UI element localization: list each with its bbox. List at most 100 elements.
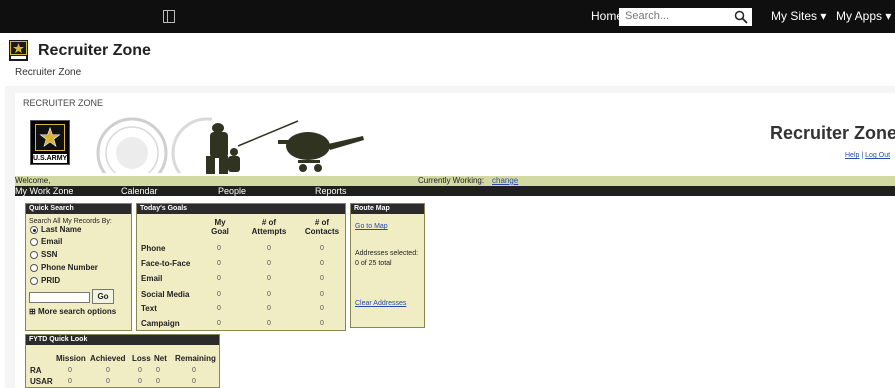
go-button[interactable]: Go	[92, 289, 114, 304]
more-search-label: More search options	[37, 307, 117, 316]
more-search-options[interactable]: ⊞ More search options	[29, 307, 116, 316]
route-map-header: Route Map	[351, 204, 424, 214]
army-star-icon	[9, 40, 28, 61]
nav-calendar[interactable]: Calendar	[121, 186, 158, 196]
breadcrumb[interactable]: Recruiter Zone	[15, 67, 81, 78]
goal-cell: 0	[267, 320, 271, 327]
fytd-col-mission: Mission	[56, 354, 86, 363]
goal-row-label: Social Media	[141, 290, 190, 299]
fytd-header: FYTD Quick Look	[26, 335, 219, 345]
goal-cell: 0	[320, 305, 324, 312]
goal-cell: 0	[217, 320, 221, 327]
radio-ssn[interactable]	[30, 251, 38, 259]
fytd-col-achieved: Achieved	[90, 354, 126, 363]
goal-cell: 0	[217, 275, 221, 282]
fytd-cell: 0	[156, 367, 160, 374]
expand-icon: ⊞	[29, 307, 38, 316]
nav-people[interactable]: People	[218, 186, 246, 196]
search-icon[interactable]	[734, 10, 748, 24]
goal-cell: 0	[320, 260, 324, 267]
goal-cell: 0	[320, 275, 324, 282]
my-apps-menu[interactable]: My Apps ▾	[836, 9, 891, 23]
help-link[interactable]: Help	[845, 152, 859, 159]
fytd-quick-look-panel: FYTD Quick Look Mission Achieved Loss Ne…	[25, 334, 220, 388]
radio-phone-number[interactable]	[30, 264, 38, 272]
fytd-cell: 0	[192, 378, 196, 385]
webpart-caption: RECRUITER ZONE	[23, 98, 104, 108]
radio-label-prid: PRID	[41, 276, 61, 285]
radio-label-email: Email	[41, 237, 63, 246]
fytd-cell: 0	[68, 378, 72, 385]
radio-email[interactable]	[30, 238, 38, 246]
fytd-cell: 0	[106, 378, 110, 385]
goal-cell: 0	[320, 320, 324, 327]
fytd-col-remaining: Remaining	[175, 354, 216, 363]
site-title[interactable]: Recruiter Zone	[38, 42, 151, 60]
col-contacts: # of Contacts	[304, 218, 340, 236]
goal-row-label: Phone	[141, 244, 166, 253]
currently-working-label: Currently Working:	[418, 176, 485, 185]
goal-cell: 0	[267, 260, 271, 267]
soldiers-helicopter-image	[206, 120, 364, 174]
logout-link[interactable]: Log Out	[865, 152, 890, 159]
radio-prid[interactable]	[30, 277, 38, 285]
nav-my-work-zone[interactable]: My Work Zone	[15, 186, 73, 196]
addresses-count: 0 of 25 total	[355, 260, 392, 267]
panel-toggle-icon[interactable]	[163, 10, 175, 23]
goal-cell: 0	[267, 291, 271, 298]
banner-title: Recruiter Zone	[770, 123, 895, 143]
welcome-strip: Welcome, Currently Working: change	[15, 176, 895, 186]
fytd-cell: 0	[192, 367, 196, 374]
goal-cell: 0	[217, 245, 221, 252]
search-prompt: Search All My Records By:	[29, 218, 112, 225]
goal-cell: 0	[267, 275, 271, 282]
col-attempts: # of Attempts	[251, 218, 287, 236]
goal-row-label: Campaign	[141, 319, 180, 328]
fytd-cell: 0	[138, 367, 142, 374]
goal-row-label: Face-to-Face	[141, 259, 191, 268]
goal-row-label: Email	[141, 274, 163, 283]
fytd-col-loss: Loss	[132, 354, 151, 363]
fytd-cell: 0	[106, 367, 110, 374]
army-label: U.S.ARMY	[33, 154, 68, 163]
route-map-panel: Route Map Go to Map Addresses selected: …	[350, 203, 425, 328]
welcome-text: Welcome,	[15, 176, 51, 185]
goal-cell: 0	[217, 305, 221, 312]
goal-cell: 0	[320, 245, 324, 252]
main-nav: My Work Zone Calendar People Reports	[15, 186, 895, 196]
change-link[interactable]: change	[492, 176, 518, 186]
goal-cell: 0	[217, 260, 221, 267]
fytd-col-net: Net	[154, 354, 167, 363]
search-placeholder: Search...	[625, 10, 670, 22]
quick-search-header: Quick Search	[26, 204, 131, 214]
my-sites-menu[interactable]: My Sites ▾	[771, 9, 826, 23]
fytd-cell: 0	[138, 378, 142, 385]
goal-cell: 0	[267, 245, 271, 252]
goal-cell: 0	[267, 305, 271, 312]
search-input[interactable]: Search...	[619, 8, 752, 26]
quick-search-input[interactable]	[29, 292, 90, 303]
goal-cell: 0	[217, 291, 221, 298]
top-navigation-bar: Home Search... My Sites ▾ My Apps ▾	[0, 0, 895, 33]
todays-goals-panel: Today's Goals My Goal # of Attempts # of…	[136, 203, 346, 331]
fytd-row-label: USAR	[30, 377, 53, 386]
star-icon	[35, 124, 65, 151]
nav-reports[interactable]: Reports	[315, 186, 347, 196]
radio-label-ssn: SSN	[41, 250, 58, 259]
go-to-map-link[interactable]: Go to Map	[355, 223, 388, 230]
addresses-selected-label: Addresses selected:	[355, 250, 419, 257]
radio-label-phone-number: Phone Number	[41, 263, 98, 272]
fytd-row-label: RA	[30, 366, 42, 375]
banner-links: Help | Log Out	[845, 152, 890, 159]
army-logo: U.S.ARMY	[30, 120, 70, 165]
quick-search-panel: Quick Search Search All My Records By: L…	[25, 203, 132, 331]
radio-last-name[interactable]	[30, 226, 38, 234]
todays-goals-header: Today's Goals	[137, 204, 345, 214]
fytd-cell: 0	[156, 378, 160, 385]
goal-cell: 0	[320, 291, 324, 298]
radio-label-last-name: Last Name	[41, 225, 82, 234]
goal-row-label: Text	[141, 304, 157, 313]
fytd-cell: 0	[68, 367, 72, 374]
col-my-goal: My Goal	[211, 218, 229, 236]
clear-addresses-link[interactable]: Clear Addresses	[355, 300, 406, 307]
